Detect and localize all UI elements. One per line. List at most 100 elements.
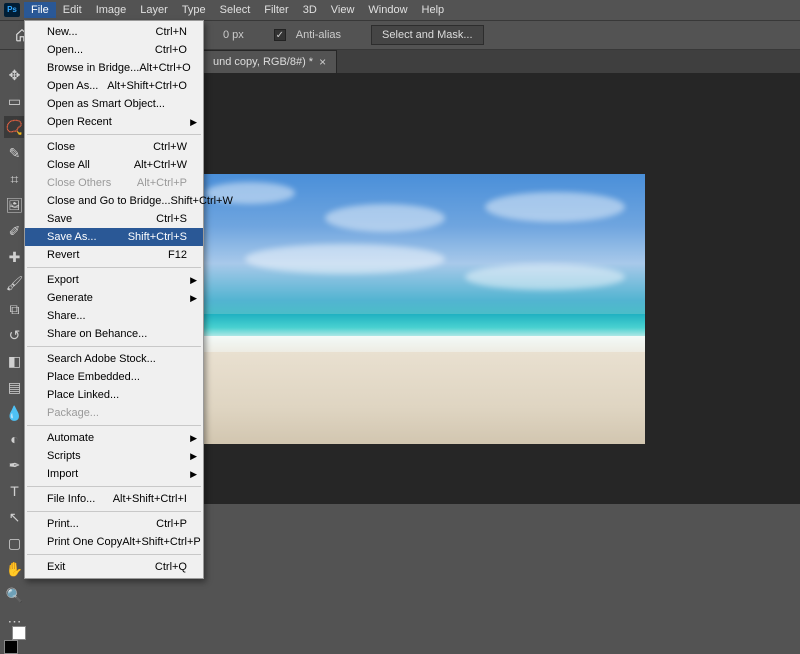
stamp-tool[interactable]: ⧉ <box>4 298 26 320</box>
menu-layer[interactable]: Layer <box>133 2 175 18</box>
menu-item-label: Close Others <box>47 177 111 189</box>
menu-item-label: Package... <box>47 407 99 419</box>
menu-item-shortcut: F12 <box>168 249 187 261</box>
fg-swatch[interactable] <box>4 640 18 654</box>
type-tool[interactable]: T <box>4 480 26 502</box>
quick-select-tool[interactable]: ✎ <box>4 142 26 164</box>
hand-tool[interactable]: ✋ <box>4 558 26 580</box>
antialias-label: Anti-alias <box>296 29 341 41</box>
menu-item-open-as[interactable]: Open As...Alt+Shift+Ctrl+O <box>25 77 203 95</box>
menu-separator <box>27 346 201 347</box>
menu-window[interactable]: Window <box>361 2 414 18</box>
menu-separator <box>27 425 201 426</box>
menu-item-open-as-smart-object[interactable]: Open as Smart Object... <box>25 95 203 113</box>
document-image[interactable] <box>185 174 645 444</box>
menu-item-print[interactable]: Print...Ctrl+P <box>25 515 203 533</box>
menu-item-export[interactable]: Export▶ <box>25 271 203 289</box>
crop-tool[interactable]: ⌗ <box>4 168 26 190</box>
antialias-checkbox[interactable]: ✓ <box>274 29 286 41</box>
history-brush-tool[interactable]: ↺ <box>4 324 26 346</box>
menu-item-revert[interactable]: RevertF12 <box>25 246 203 264</box>
menu-item-label: Open Recent <box>47 116 112 128</box>
path-tool[interactable]: ↖ <box>4 506 26 528</box>
menu-help[interactable]: Help <box>415 2 452 18</box>
menu-item-close-and-go-to-bridge[interactable]: Close and Go to Bridge...Shift+Ctrl+W <box>25 192 203 210</box>
select-and-mask-button[interactable]: Select and Mask... <box>371 25 484 45</box>
menu-item-package: Package... <box>25 404 203 422</box>
menu-item-search-adobe-stock[interactable]: Search Adobe Stock... <box>25 350 203 368</box>
eyedropper-tool[interactable]: ✐ <box>4 220 26 242</box>
menu-item-generate[interactable]: Generate▶ <box>25 289 203 307</box>
menu-item-label: Save As... <box>47 231 97 243</box>
menu-item-open[interactable]: Open...Ctrl+O <box>25 41 203 59</box>
menu-item-new[interactable]: New...Ctrl+N <box>25 23 203 41</box>
gradient-tool[interactable]: ▤ <box>4 376 26 398</box>
menu-item-share-on-behance[interactable]: Share on Behance... <box>25 325 203 343</box>
document-tab[interactable]: und copy, RGB/8#) * × <box>200 50 337 73</box>
menu-item-scripts[interactable]: Scripts ▶ <box>25 447 203 465</box>
menu-item-shortcut: Alt+Ctrl+O <box>139 62 190 74</box>
menu-item-open-recent[interactable]: Open Recent ▶ <box>25 113 203 131</box>
lasso-tool[interactable]: 📿 <box>4 116 26 138</box>
menu-item-label: Browse in Bridge... <box>47 62 139 74</box>
menu-item-shortcut: Alt+Shift+Ctrl+P <box>122 536 201 548</box>
menu-item-file-info[interactable]: File Info...Alt+Shift+Ctrl+I <box>25 490 203 508</box>
brush-tool[interactable]: 🖌 <box>4 272 26 294</box>
tab-title: und copy, RGB/8#) * <box>213 56 313 68</box>
healing-tool[interactable]: ✚ <box>4 246 26 268</box>
menu-item-label: Open as Smart Object... <box>47 98 165 110</box>
menu-3d[interactable]: 3D <box>296 2 324 18</box>
marquee-tool[interactable]: ▭ <box>4 90 26 112</box>
move-tool[interactable]: ✥ <box>4 64 26 86</box>
menu-item-shortcut: Ctrl+Q <box>155 561 187 573</box>
menu-item-shortcut: Ctrl+W <box>153 141 187 153</box>
menu-filter[interactable]: Filter <box>257 2 295 18</box>
menu-item-label: Print One Copy <box>47 536 122 548</box>
menu-item-close[interactable]: CloseCtrl+W <box>25 138 203 156</box>
menu-bar: Ps FileEditImageLayerTypeSelectFilter3DV… <box>0 0 800 20</box>
menu-item-label: Import <box>47 468 78 480</box>
shape-tool[interactable]: ▢ <box>4 532 26 554</box>
menu-item-shortcut: Shift+Ctrl+S <box>128 231 187 243</box>
menu-item-automate[interactable]: Automate▶ <box>25 429 203 447</box>
chevron-right-icon: ▶ <box>190 451 197 462</box>
menu-item-browse-in-bridge[interactable]: Browse in Bridge...Alt+Ctrl+O <box>25 59 203 77</box>
close-icon[interactable]: × <box>319 55 326 69</box>
menu-item-exit[interactable]: Exit Ctrl+Q <box>25 558 203 576</box>
menu-item-label: File Info... <box>47 493 95 505</box>
ps-logo: Ps <box>4 3 20 17</box>
menu-item-import[interactable]: Import▶ <box>25 465 203 483</box>
dodge-tool[interactable]: ◐ <box>4 428 26 450</box>
menu-item-save[interactable]: Save Ctrl+S <box>25 210 203 228</box>
menu-type[interactable]: Type <box>175 2 213 18</box>
menu-item-shortcut: Alt+Ctrl+P <box>137 177 187 189</box>
menu-item-shortcut: Alt+Ctrl+W <box>134 159 187 171</box>
blur-tool[interactable]: 💧 <box>4 402 26 424</box>
menu-item-label: Automate <box>47 432 94 444</box>
menu-separator <box>27 486 201 487</box>
menu-file[interactable]: File <box>24 2 56 18</box>
menu-item-label: Open... <box>47 44 83 56</box>
eraser-tool[interactable]: ◧ <box>4 350 26 372</box>
menu-item-close-all[interactable]: Close AllAlt+Ctrl+W <box>25 156 203 174</box>
menu-view[interactable]: View <box>324 2 362 18</box>
menu-item-label: Save <box>47 213 72 225</box>
menu-item-print-one-copy[interactable]: Print One CopyAlt+Shift+Ctrl+P <box>25 533 203 551</box>
menu-item-place-embedded[interactable]: Place Embedded... <box>25 368 203 386</box>
menu-item-place-linked[interactable]: Place Linked... <box>25 386 203 404</box>
menu-item-label: Exit <box>47 561 65 573</box>
menu-item-label: Print... <box>47 518 79 530</box>
menu-item-label: Scripts <box>47 450 81 462</box>
menu-separator <box>27 511 201 512</box>
chevron-right-icon: ▶ <box>190 117 197 128</box>
menu-item-save-as[interactable]: Save As... Shift+Ctrl+S <box>25 228 203 246</box>
menu-item-share[interactable]: Share... <box>25 307 203 325</box>
pen-tool[interactable]: ✒ <box>4 454 26 476</box>
menu-edit[interactable]: Edit <box>56 2 89 18</box>
menu-item-shortcut: Ctrl+S <box>156 213 187 225</box>
zoom-tool[interactable]: 🔍 <box>4 584 26 606</box>
frame-tool[interactable]: 🖼 <box>4 194 26 216</box>
menu-select[interactable]: Select <box>213 2 258 18</box>
menu-image[interactable]: Image <box>89 2 134 18</box>
bg-swatch[interactable] <box>12 626 26 640</box>
